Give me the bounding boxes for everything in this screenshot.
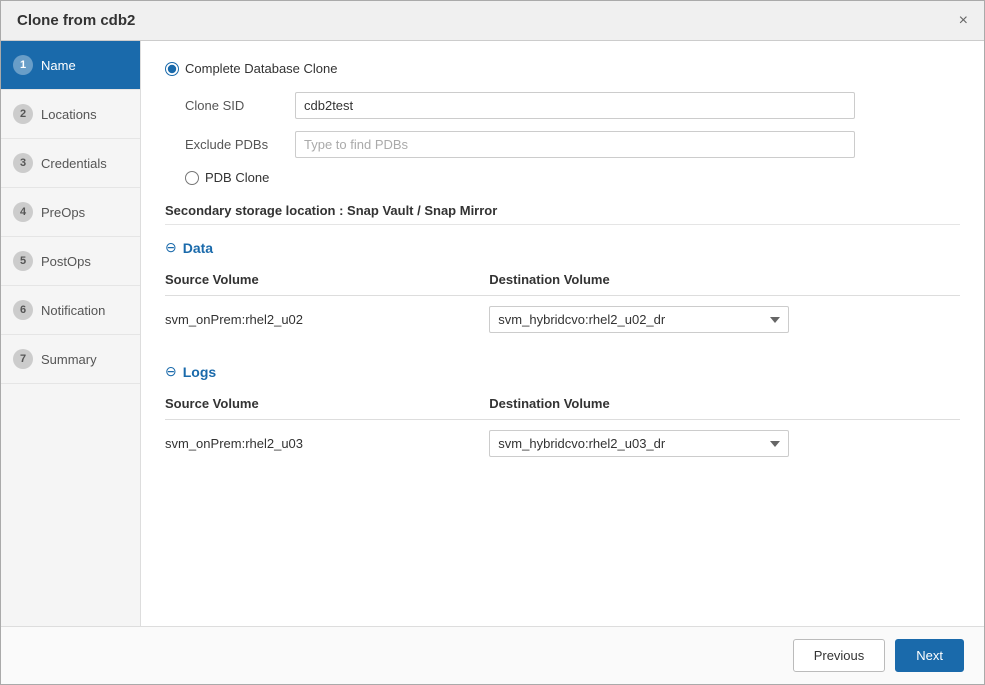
data-section: ⊖ Data Source Volume Destination Volume … — [165, 239, 960, 343]
step-num-3: 3 — [13, 153, 33, 173]
sidebar-item-summary[interactable]: 7 Summary — [1, 335, 140, 384]
clone-sid-input[interactable] — [295, 92, 855, 119]
sidebar-item-postops[interactable]: 5 PostOps — [1, 237, 140, 286]
sidebar: 1 Name 2 Locations 3 Credentials 4 PreOp… — [1, 41, 141, 626]
logs-section-header[interactable]: ⊖ Logs — [165, 363, 960, 380]
logs-dest-header: Destination Volume — [481, 390, 960, 420]
step-num-5: 5 — [13, 251, 33, 271]
data-source-header: Source Volume — [165, 266, 481, 296]
step-num-4: 4 — [13, 202, 33, 222]
sidebar-label-notification: Notification — [41, 303, 105, 318]
complete-clone-radio[interactable] — [165, 62, 179, 76]
step-num-6: 6 — [13, 300, 33, 320]
dialog-footer: Previous Next — [1, 626, 984, 684]
step-num-7: 7 — [13, 349, 33, 369]
logs-table: Source Volume Destination Volume svm_onP… — [165, 390, 960, 467]
step-num-2: 2 — [13, 104, 33, 124]
dialog-title: Clone from cdb2 — [17, 12, 135, 29]
data-collapse-icon: ⊖ — [165, 239, 177, 256]
exclude-pdbs-input[interactable] — [295, 131, 855, 158]
sidebar-item-credentials[interactable]: 3 Credentials — [1, 139, 140, 188]
sidebar-label-credentials: Credentials — [41, 156, 107, 171]
pdb-clone-label[interactable]: PDB Clone — [205, 170, 269, 185]
pdb-clone-radio-group: PDB Clone — [165, 170, 960, 185]
data-dest-header: Destination Volume — [481, 266, 960, 296]
logs-dest-cell: svm_hybridcvo:rhel2_u03_dr — [481, 420, 960, 468]
data-section-title: Data — [183, 240, 213, 256]
next-button[interactable]: Next — [895, 639, 964, 672]
sidebar-item-name[interactable]: 1 Name — [1, 41, 140, 90]
logs-source-cell: svm_onPrem:rhel2_u03 — [165, 420, 481, 468]
data-section-header[interactable]: ⊖ Data — [165, 239, 960, 256]
sidebar-label-locations: Locations — [41, 107, 97, 122]
logs-dest-select[interactable]: svm_hybridcvo:rhel2_u03_dr — [489, 430, 789, 457]
sidebar-label-summary: Summary — [41, 352, 97, 367]
logs-table-row: svm_onPrem:rhel2_u03 svm_hybridcvo:rhel2… — [165, 420, 960, 468]
logs-collapse-icon: ⊖ — [165, 363, 177, 380]
section-heading: Secondary storage location : Snap Vault … — [165, 203, 960, 225]
main-content: Complete Database Clone Clone SID Exclud… — [141, 41, 984, 626]
data-dest-cell: svm_hybridcvo:rhel2_u02_dr — [481, 296, 960, 344]
sidebar-item-preops[interactable]: 4 PreOps — [1, 188, 140, 237]
logs-section-title: Logs — [183, 364, 216, 380]
sidebar-item-locations[interactable]: 2 Locations — [1, 90, 140, 139]
pdb-clone-radio[interactable] — [185, 171, 199, 185]
dialog-header: Clone from cdb2 × — [1, 1, 984, 41]
data-table-row: svm_onPrem:rhel2_u02 svm_hybridcvo:rhel2… — [165, 296, 960, 344]
complete-clone-label[interactable]: Complete Database Clone — [185, 61, 337, 76]
previous-button[interactable]: Previous — [793, 639, 886, 672]
sidebar-item-notification[interactable]: 6 Notification — [1, 286, 140, 335]
complete-clone-radio-group: Complete Database Clone — [165, 61, 960, 76]
clone-sid-label: Clone SID — [185, 98, 295, 113]
dialog-body: 1 Name 2 Locations 3 Credentials 4 PreOp… — [1, 41, 984, 626]
exclude-pdbs-label: Exclude PDBs — [185, 137, 295, 152]
sidebar-label-postops: PostOps — [41, 254, 91, 269]
logs-source-header: Source Volume — [165, 390, 481, 420]
data-dest-select[interactable]: svm_hybridcvo:rhel2_u02_dr — [489, 306, 789, 333]
exclude-pdbs-row: Exclude PDBs — [165, 131, 960, 158]
sidebar-label-name: Name — [41, 58, 76, 73]
data-source-cell: svm_onPrem:rhel2_u02 — [165, 296, 481, 344]
clone-dialog: Clone from cdb2 × 1 Name 2 Locations 3 C… — [0, 0, 985, 685]
logs-section: ⊖ Logs Source Volume Destination Volume … — [165, 363, 960, 467]
clone-sid-row: Clone SID — [165, 92, 960, 119]
sidebar-label-preops: PreOps — [41, 205, 85, 220]
close-button[interactable]: × — [959, 13, 968, 29]
data-table: Source Volume Destination Volume svm_onP… — [165, 266, 960, 343]
step-num-1: 1 — [13, 55, 33, 75]
